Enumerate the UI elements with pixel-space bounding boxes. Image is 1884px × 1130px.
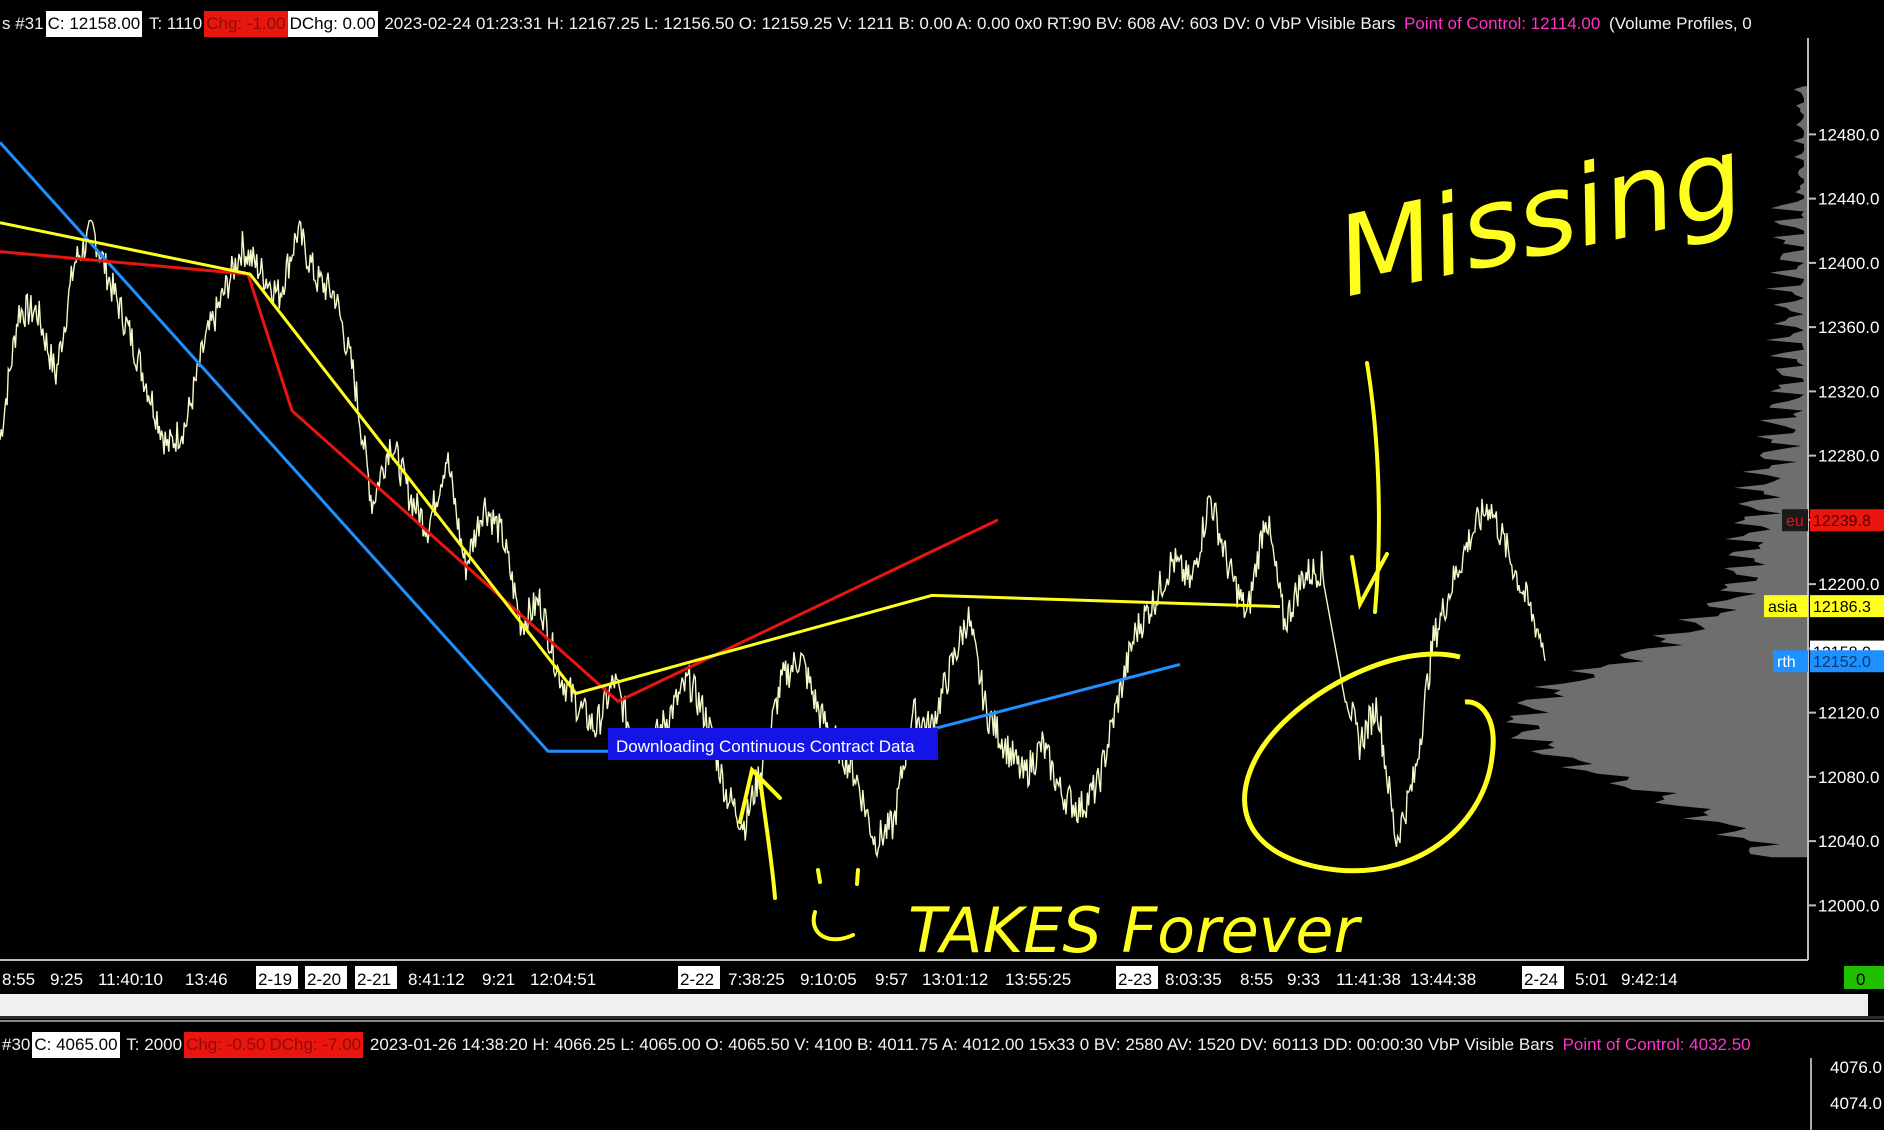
panel2-y-tick: 4074.0 (1830, 1094, 1882, 1113)
bar-stats: 2023-02-24 01:23:31 H: 12167.25 L: 12156… (384, 14, 1396, 33)
time-axis-label: 9:33 (1287, 970, 1320, 989)
time-axis-label: 13:44:38 (1410, 970, 1476, 989)
time-axis-label: 2-22 (680, 970, 714, 989)
y-axis-tick-label: 12400.0 (1818, 254, 1879, 273)
panel2-tick-count: T: 2000 (126, 1035, 183, 1054)
close-price: C: 12158.00 (45, 11, 143, 37)
annotation-missing: Missing (1326, 111, 1754, 321)
time-axis-label: 8:55 (1240, 970, 1273, 989)
annotation-takes-forever: TAKES Forever (908, 894, 1363, 967)
y-axis-tick-label: 12080.0 (1818, 768, 1879, 787)
chart-scrollbar[interactable] (0, 994, 1868, 1016)
price-tag-label: eu (1786, 513, 1804, 530)
time-axis-label: 8:03:35 (1165, 970, 1222, 989)
y-axis-tick-label: 12480.0 (1818, 125, 1879, 144)
point-of-control: Point of Control: 12114.00 (1404, 14, 1601, 33)
price-tag-label: asia (1768, 599, 1797, 616)
time-axis-label: 8:55 (2, 970, 35, 989)
annotation-smiley (811, 868, 860, 942)
time-axis-label: 2-21 (357, 970, 391, 989)
y-axis-tick-label: 12120.0 (1818, 704, 1879, 723)
trend-line[interactable] (0, 250, 999, 704)
time-axis-label: 5:01 (1575, 970, 1608, 989)
panel2-header: #30 C: 4065.00 T: 2000 Chg: -0.50 DChg: -7.… (0, 1032, 1884, 1058)
panel2-bar-stats: 2023-01-26 14:38:20 H: 4066.25 L: 4065.0… (369, 1035, 1554, 1054)
panel2-point-of-control: Point of Control: 4032.50 (1562, 1035, 1751, 1054)
panel2-change-value: Chg: -0.50 (184, 1032, 268, 1058)
y-axis-tick-label: 12200.0 (1818, 575, 1879, 594)
time-axis-label: 13:01:12 (922, 970, 988, 989)
panel2-day-change-value: DChg: -7.00 (267, 1032, 364, 1058)
change-value: Chg: -1.00 (204, 11, 288, 37)
price-series (0, 219, 1546, 859)
time-axis-label: 9:10:05 (800, 970, 857, 989)
price-tag-value: 12239.8 (1813, 513, 1871, 530)
time-axis-label: 9:42:14 (1621, 970, 1678, 989)
time-axis-label: 2-20 (307, 970, 341, 989)
corner-value: 0 (1856, 970, 1865, 989)
price-tag-value: 12186.3 (1813, 599, 1871, 616)
time-axis-label: 13:46 (185, 970, 228, 989)
price-chart[interactable]: 12480.0 12440.0 12400.0 12360.0 12320.0 12280… (0, 38, 1884, 1130)
annotation-circle (1242, 651, 1496, 874)
chart-header: s #31 C: 12158.00 T: 1110 Chg: -1.00 DChg: … (0, 11, 1884, 37)
trend-line[interactable] (0, 221, 1281, 696)
time-axis-label: 9:21 (482, 970, 515, 989)
y-axis-tick-label: 12440.0 (1818, 190, 1879, 209)
trend-line[interactable] (0, 141, 1181, 753)
time-axis-label: 2-19 (258, 970, 292, 989)
price-tag: eu 12239.8 (1782, 509, 1884, 532)
time-axis-label: 9:25 (50, 970, 83, 989)
y-axis-tick-label: 12320.0 (1818, 382, 1879, 401)
y-axis-tick-label: 12000.0 (1818, 896, 1879, 915)
price-tag: asia 12186.3 (1764, 595, 1884, 618)
price-tag-label: rth (1777, 654, 1796, 671)
annotation-arrow-down (1350, 361, 1389, 614)
day-change-value: DChg: 0.00 (287, 11, 378, 37)
time-axis-label: 9:57 (875, 970, 908, 989)
time-axis-label: 2-23 (1118, 970, 1152, 989)
chart-id: s #31 (2, 14, 44, 33)
y-axis-tick-label: 12360.0 (1818, 318, 1879, 337)
time-axis-label: 13:55:25 (1005, 970, 1071, 989)
time-axis-label: 8:41:12 (408, 970, 465, 989)
price-tag: rth 12152.0 (1773, 650, 1884, 673)
panel2-id: #30 (2, 1035, 31, 1054)
time-axis-label: 7:38:25 (728, 970, 785, 989)
panel2-y-tick: 4076.0 (1830, 1058, 1882, 1077)
y-axis-tick-label: 12040.0 (1818, 832, 1879, 851)
time-axis-label: 2-24 (1524, 970, 1558, 989)
tick-count: T: 1110 (148, 14, 203, 33)
volume-profiles-label: (Volume Profiles, 0 (1609, 14, 1752, 33)
y-axis-tick-label: 12280.0 (1818, 447, 1879, 466)
time-axis-label: 11:41:38 (1336, 970, 1401, 989)
panel-divider[interactable] (0, 1020, 1884, 1022)
time-axis-label: 11:40:10 (98, 970, 163, 989)
status-banner-text: Downloading Continuous Contract Data (616, 737, 915, 756)
panel2-close-price: C: 4065.00 (32, 1032, 120, 1058)
chart-scrollbar-edge (0, 1016, 1884, 1019)
panel2-price-axis-line (1810, 1058, 1812, 1130)
price-tag-value: 12152.0 (1813, 654, 1871, 671)
time-axis-label: 12:04:51 (530, 970, 596, 989)
